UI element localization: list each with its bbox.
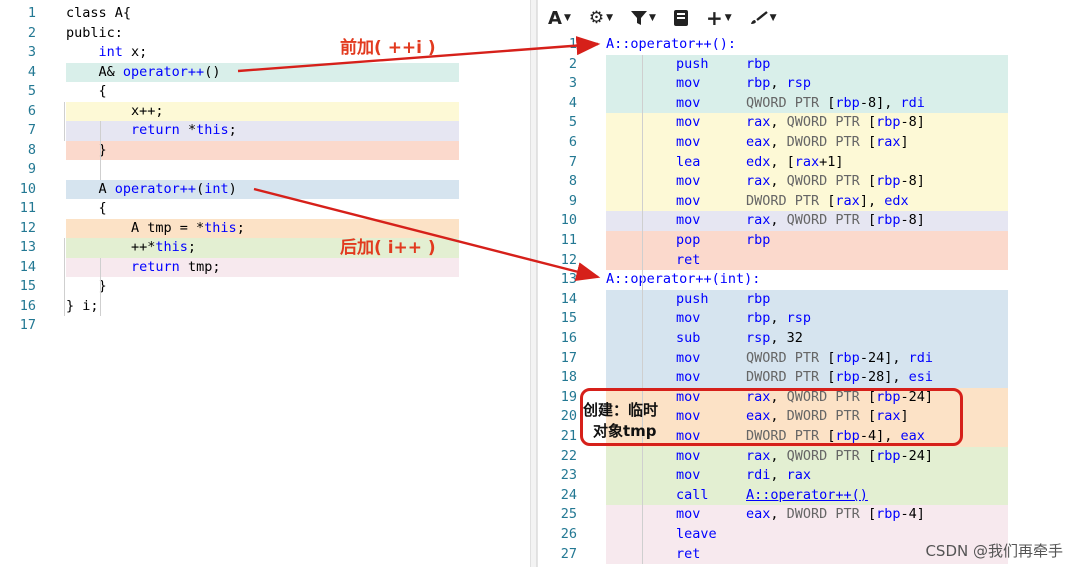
callout-line-1: 创建：临时: [583, 401, 659, 419]
callout-line-2: 对象tmp: [593, 422, 657, 440]
prefix-increment-label: 前加( ++i ): [340, 38, 436, 58]
watermark: CSDN @我们再牵手: [925, 542, 1063, 560]
postfix-increment-label: 后加( i++ ): [340, 238, 436, 258]
annotation-arrows: [237, 36, 601, 281]
